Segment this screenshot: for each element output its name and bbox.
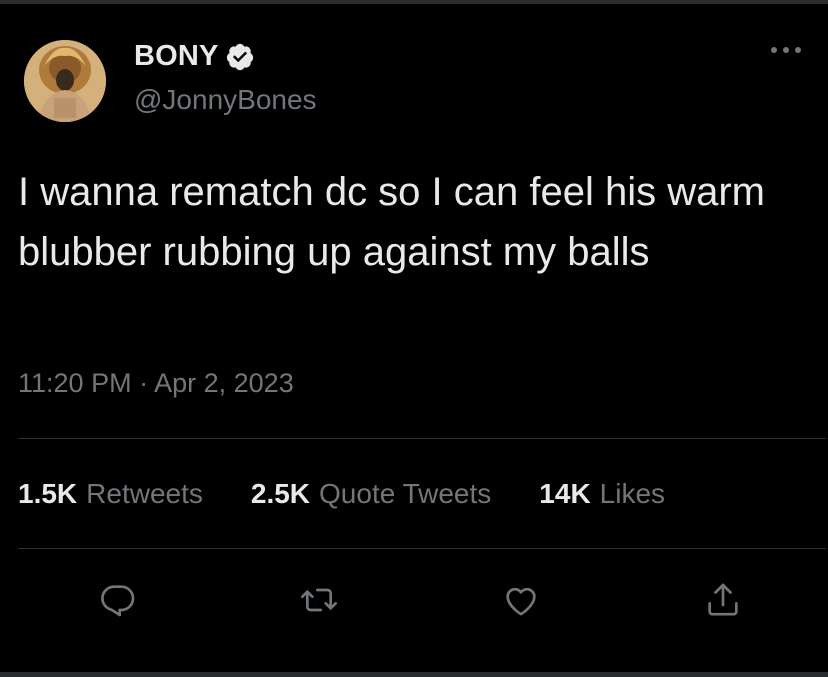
likes-count: 14K bbox=[539, 478, 591, 509]
retweets-stat[interactable]: 1.5K Retweets bbox=[18, 478, 203, 510]
share-icon bbox=[708, 583, 738, 616]
like-icon bbox=[506, 587, 536, 616]
quote-tweets-stat[interactable]: 2.5K Quote Tweets bbox=[251, 478, 491, 510]
quote-tweets-label: Quote Tweets bbox=[319, 478, 492, 509]
timestamp-separator: · bbox=[139, 368, 149, 398]
share-button[interactable] bbox=[701, 578, 745, 622]
retweets-label: Retweets bbox=[86, 478, 203, 509]
tweet-text: I wanna rematch dc so I can feel his war… bbox=[18, 170, 777, 274]
verified-badge-icon bbox=[226, 43, 253, 70]
author-handle[interactable]: @JonnyBones bbox=[134, 84, 317, 116]
reply-button[interactable] bbox=[96, 578, 140, 622]
more-options-icon[interactable] bbox=[766, 42, 806, 58]
avatar-image bbox=[24, 40, 106, 122]
author-name-row[interactable]: BONY bbox=[134, 40, 255, 73]
tweet-date[interactable]: Apr 2, 2023 bbox=[154, 368, 294, 398]
tweet-actions bbox=[0, 578, 828, 622]
divider bbox=[18, 548, 826, 549]
likes-stat[interactable]: 14K Likes bbox=[539, 478, 665, 510]
divider bbox=[18, 438, 826, 439]
retweets-count: 1.5K bbox=[18, 478, 78, 509]
engagement-stats: 1.5K Retweets 2.5K Quote Tweets 14K Like… bbox=[18, 478, 713, 510]
screenshot-bottom-edge bbox=[0, 672, 828, 677]
likes-label: Likes bbox=[599, 478, 666, 509]
tweet-timestamp[interactable]: 11:20 PM · Apr 2, 2023 bbox=[18, 368, 294, 399]
tweet-time[interactable]: 11:20 PM bbox=[18, 368, 132, 398]
retweet-button[interactable] bbox=[297, 578, 341, 622]
avatar[interactable] bbox=[24, 40, 106, 122]
screenshot-top-edge bbox=[0, 0, 828, 4]
like-button[interactable] bbox=[499, 578, 543, 622]
retweet-icon bbox=[301, 588, 337, 612]
quote-tweets-count: 2.5K bbox=[250, 478, 311, 509]
display-name[interactable]: BONY bbox=[134, 40, 219, 73]
reply-icon bbox=[101, 585, 135, 617]
